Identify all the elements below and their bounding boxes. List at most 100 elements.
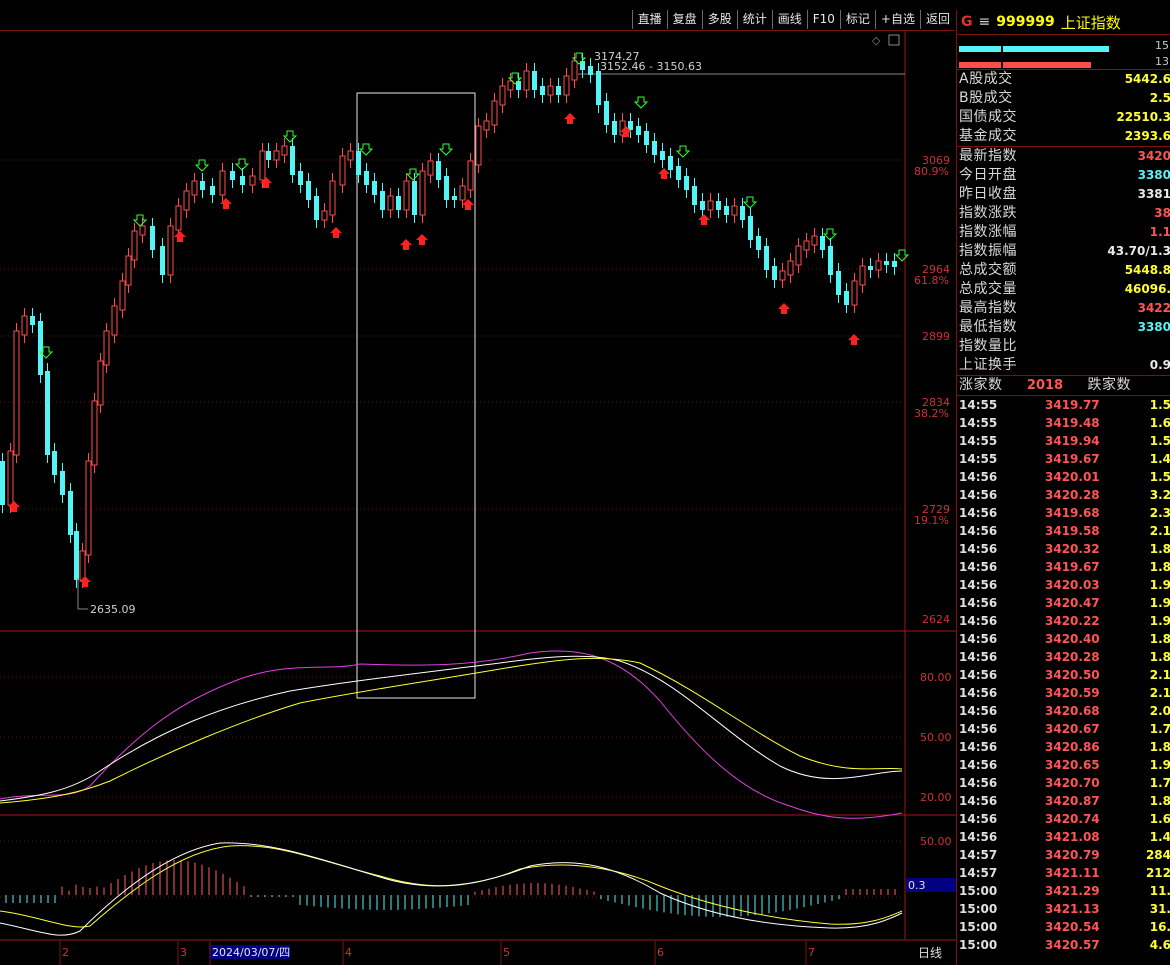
tick-time: 14:56	[957, 648, 1045, 666]
tick-row: 14:57 3420.79 284	[957, 846, 1170, 864]
tick-price: 3420.40	[1045, 630, 1129, 648]
toolbar-button-1[interactable]: 复盘	[667, 10, 702, 29]
tick-time: 15:00	[957, 882, 1045, 900]
up-count-label: 涨家数	[959, 376, 1003, 395]
date-axis-label: 5	[503, 946, 510, 959]
stat-label: 今日开盘	[959, 166, 1017, 185]
stat-row: 最低指数 3380	[957, 318, 1170, 337]
tick-volume: 1.7	[1129, 720, 1170, 738]
tick-row: 14:56 3420.65 1.9	[957, 756, 1170, 774]
price-axis-label: 2624	[922, 613, 950, 626]
g-label[interactable]: G	[961, 14, 973, 30]
toolbar-button-4[interactable]: 画线	[772, 10, 807, 29]
stat-label: 指数振幅	[959, 242, 1017, 261]
stat-value: 2.5	[1150, 89, 1170, 108]
breadth-bar-red-a	[959, 62, 1001, 68]
tick-price: 3420.87	[1045, 792, 1129, 810]
stat-row: 国债成交 22510.3	[957, 108, 1170, 127]
toolbar-button-3[interactable]: 统计	[737, 10, 772, 29]
breadth-bars: 15 13	[957, 35, 1170, 70]
tick-volume: 2.3	[1129, 504, 1170, 522]
tick-time: 15:00	[957, 918, 1045, 936]
tick-time: 14:55	[957, 414, 1045, 432]
tick-time: 14:56	[957, 684, 1045, 702]
macd-axis-label: 50.00	[920, 835, 952, 848]
stat-value: 1.1	[1150, 223, 1170, 242]
kdj-axis-label: 50.00	[920, 731, 952, 744]
stat-label: 昨日收盘	[959, 185, 1017, 204]
tick-volume: 1.5	[1129, 432, 1170, 450]
tick-time: 14:56	[957, 486, 1045, 504]
tick-price: 3419.68	[1045, 504, 1129, 522]
tick-volume: 1.8	[1129, 630, 1170, 648]
stat-value: 22510.3	[1116, 108, 1170, 127]
tick-row: 15:00 3421.29 11.	[957, 882, 1170, 900]
tick-time: 14:56	[957, 756, 1045, 774]
stat-value: 43.70/1.3	[1107, 242, 1170, 261]
stat-label: 基金成交	[959, 127, 1017, 146]
tick-volume: 1.7	[1129, 774, 1170, 792]
tick-time: 14:56	[957, 666, 1045, 684]
tick-time: 15:00	[957, 936, 1045, 954]
tick-volume: 2.1	[1129, 522, 1170, 540]
tick-row: 14:56 3420.40 1.8	[957, 630, 1170, 648]
signal-arrows	[8, 53, 908, 587]
tick-time: 14:57	[957, 846, 1045, 864]
kline-chart-area[interactable]: ◇ 3069 80.9% 2964 61.8% 2899 2834 38.2% 2729 19.…	[0, 31, 956, 965]
turnover-group: A股成交 5442.6 B股成交 2.5 国债成交 22510.3 基金成交 2393.6	[957, 70, 1170, 147]
tick-volume: 1.4	[1129, 828, 1170, 846]
stat-value: 3381	[1138, 185, 1170, 204]
tick-price: 3420.28	[1045, 648, 1129, 666]
menu-icon[interactable]: ≡	[979, 14, 991, 30]
stat-label: A股成交	[959, 70, 1013, 89]
tick-row: 14:56 3420.32 1.8	[957, 540, 1170, 558]
tick-price: 3420.50	[1045, 666, 1129, 684]
candlesticks	[0, 53, 897, 588]
tick-volume: 2.1	[1129, 684, 1170, 702]
maximize-icon[interactable]	[889, 35, 899, 45]
tick-volume: 2.0	[1129, 702, 1170, 720]
stat-row: A股成交 5442.6	[957, 70, 1170, 89]
stat-row: 总成交额 5448.8	[957, 261, 1170, 280]
toolbar-button-6[interactable]: 标记	[840, 10, 875, 29]
tick-price: 3420.32	[1045, 540, 1129, 558]
diamond-icon[interactable]: ◇	[872, 34, 881, 47]
toolbar-button-2[interactable]: 多股	[702, 10, 737, 29]
tick-price: 3421.08	[1045, 828, 1129, 846]
kline-chart[interactable]: ◇ 306980.9%296461.8%2899283438.2%272919.…	[0, 31, 956, 965]
tick-volume: 1.9	[1129, 594, 1170, 612]
toolbar-button-0[interactable]: 直播	[632, 10, 667, 29]
stat-label: 最高指数	[959, 299, 1017, 318]
toolbar-button-7[interactable]: +自选	[875, 10, 920, 29]
tick-time: 14:56	[957, 594, 1045, 612]
tick-time: 14:56	[957, 558, 1045, 576]
toolbar-button-5[interactable]: F10	[807, 10, 840, 29]
tick-row: 14:56 3420.28 1.8	[957, 648, 1170, 666]
tick-volume: 1.4	[1129, 450, 1170, 468]
low-annotation: 2635.09	[90, 603, 136, 616]
stat-row: 今日开盘 3380	[957, 166, 1170, 185]
stat-value: 2393.6	[1125, 127, 1170, 146]
fib-pct-label: 19.1%	[914, 514, 949, 527]
tick-volume: 1.5	[1129, 468, 1170, 486]
tick-time: 14:56	[957, 738, 1045, 756]
tick-price: 3419.67	[1045, 450, 1129, 468]
tick-row: 15:00 3420.57 4.6	[957, 936, 1170, 954]
macd-panel	[0, 843, 902, 935]
tick-row: 14:55 3419.94 1.5	[957, 432, 1170, 450]
stat-label: 指数涨跌	[959, 204, 1017, 223]
tick-price: 3419.77	[1045, 396, 1129, 414]
period-label[interactable]: 日线	[918, 946, 942, 960]
tick-volume: 3.2	[1129, 486, 1170, 504]
macd-value: 0.3	[908, 879, 926, 892]
tick-price: 3420.54	[1045, 918, 1129, 936]
toolbar-button-8[interactable]: 返回	[920, 10, 955, 29]
tick-volume: 1.6	[1129, 810, 1170, 828]
tick-row: 14:56 3420.01 1.5	[957, 468, 1170, 486]
tick-volume: 1.8	[1129, 792, 1170, 810]
stat-value: 5442.6	[1125, 70, 1170, 89]
tick-list[interactable]: 14:55 3419.77 1.5 14:55 3419.48 1.6 14:55 3419.…	[957, 396, 1170, 954]
date-axis-label: 4	[345, 946, 352, 959]
tick-price: 3420.01	[1045, 468, 1129, 486]
tick-row: 14:56 3420.47 1.9	[957, 594, 1170, 612]
